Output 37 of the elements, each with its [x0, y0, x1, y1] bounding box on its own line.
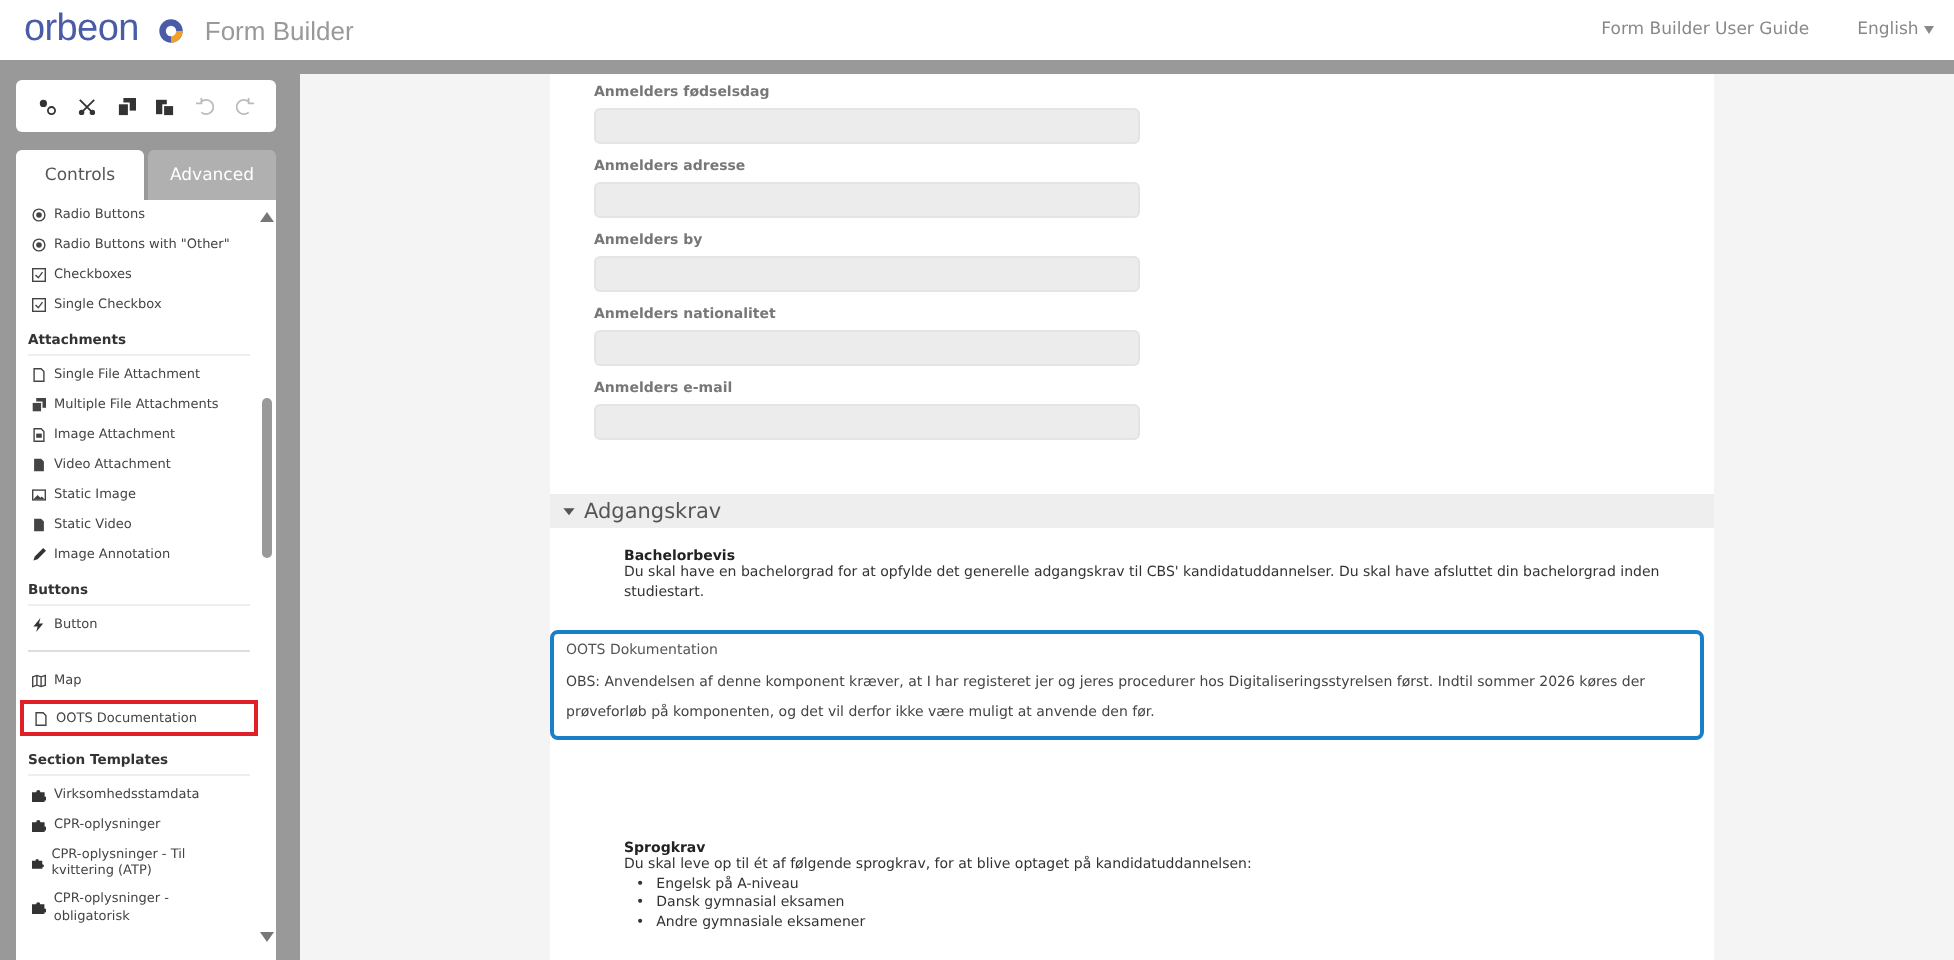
puzzle-icon: [32, 900, 46, 915]
puzzle-icon: [32, 788, 46, 802]
file-icon: [34, 711, 48, 725]
video-file-icon: [32, 518, 46, 532]
text-field[interactable]: [594, 182, 1140, 218]
radio-icon: [32, 208, 46, 222]
scissors-icon[interactable]: [77, 97, 96, 115]
paste-icon[interactable]: [156, 97, 175, 115]
gears-icon[interactable]: [38, 97, 57, 115]
checkbox-icon: [32, 298, 46, 312]
text-field[interactable]: [594, 404, 1140, 440]
radio-icon: [32, 238, 46, 252]
picture-icon: [32, 488, 46, 502]
copy-icon[interactable]: [117, 97, 136, 115]
caret-icon: [562, 504, 576, 519]
caret-icon: [1924, 26, 1934, 34]
puzzle-icon: [32, 855, 44, 870]
image-file-icon: [32, 428, 46, 442]
file-icon: [32, 368, 46, 382]
language-dropdown[interactable]: English: [1829, 20, 1934, 40]
logo-text: orbeon: [24, 8, 139, 52]
map-icon: [32, 674, 46, 688]
bolt-icon: [32, 618, 46, 632]
text-field[interactable]: [594, 108, 1140, 144]
panel-tab[interactable]: Controls: [16, 150, 144, 200]
logo-icon: [158, 17, 185, 43]
checkbox-icon: [32, 268, 46, 282]
text-field[interactable]: [594, 256, 1140, 292]
files-icon: [32, 398, 46, 412]
notice-box[interactable]: [550, 630, 1704, 741]
product-title: Form Builder: [204, 15, 354, 45]
section-header[interactable]: Adgangskrav: [550, 494, 1714, 529]
puzzle-icon: [32, 818, 46, 832]
text-field[interactable]: [594, 330, 1140, 366]
video-file-icon: [32, 458, 46, 472]
pen-icon: [32, 548, 46, 562]
user-guide-link[interactable]: Form Builder User Guide: [1601, 20, 1810, 40]
